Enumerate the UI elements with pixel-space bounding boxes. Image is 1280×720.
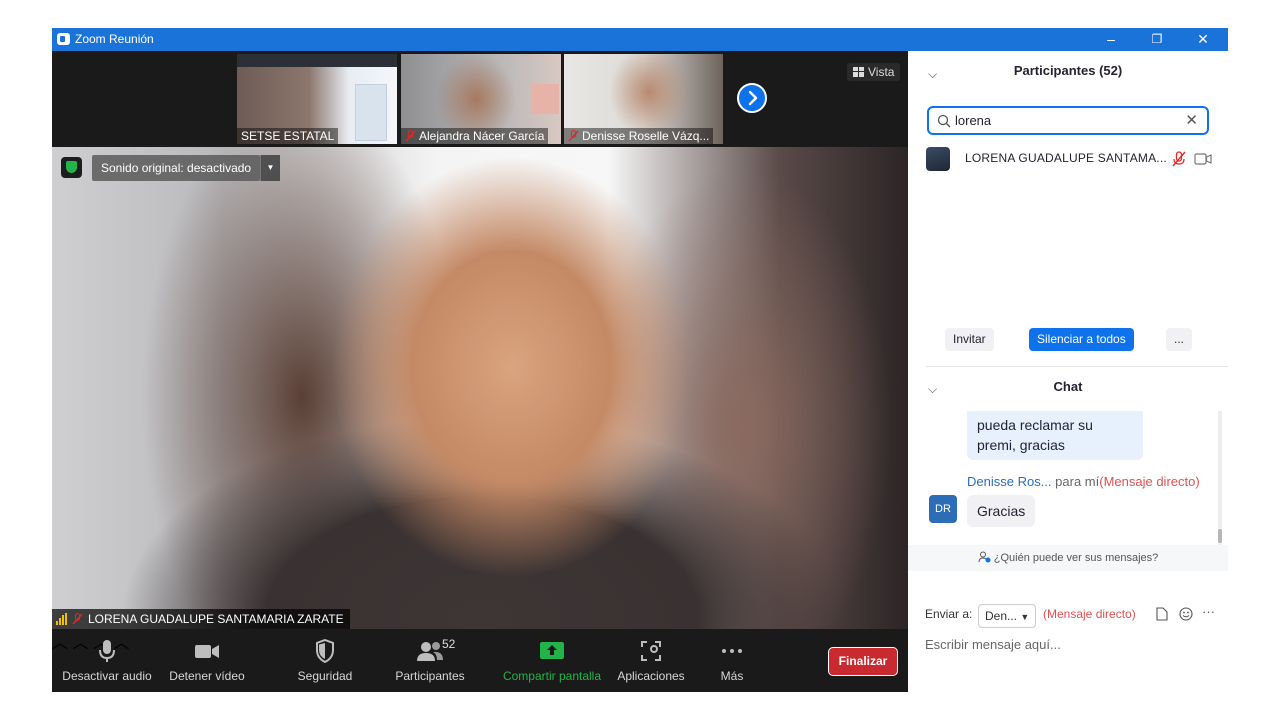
chat-sender-name: Denisse Ros... <box>967 474 1052 489</box>
original-sound-caret-icon[interactable]: ▼ <box>260 155 280 181</box>
encryption-shield-icon[interactable] <box>61 157 82 178</box>
send-to-direct-tag: (Mensaje directo) <box>1043 607 1136 621</box>
video-camera-icon <box>167 639 247 663</box>
chat-bubble-message: Gracias <box>967 495 1036 527</box>
active-speaker-video: Sonido original: desactivado ▼ LORENA GU… <box>52 147 908 629</box>
security-label: Seguridad <box>297 669 353 683</box>
original-sound-toggle[interactable]: Sonido original: desactivado <box>92 155 261 181</box>
who-can-see-link[interactable]: ¿Quién puede ver sus mensajes? <box>908 545 1228 571</box>
thumbnail-name-text: Denisse Roselle Vázq... <box>582 129 710 143</box>
grid-icon <box>853 67 864 77</box>
video-camera-icon[interactable] <box>1194 152 1212 166</box>
audio-label: Desactivar audio <box>62 669 152 683</box>
participants-count-badge: 52 <box>442 637 456 651</box>
share-screen-icon <box>500 639 604 663</box>
sender-avatar: DR <box>929 495 957 523</box>
who-can-see-label: ¿Quién puede ver sus mensajes? <box>993 552 1159 564</box>
participant-search-input[interactable]: lorena ✕ <box>927 106 1209 135</box>
mic-muted-icon <box>568 130 579 142</box>
audio-level-icon <box>56 613 67 625</box>
mic-muted-icon[interactable] <box>1172 151 1186 167</box>
emoji-icon[interactable] <box>1179 607 1193 621</box>
apps-button[interactable]: Aplicaciones <box>612 639 690 683</box>
next-page-button[interactable] <box>737 83 767 113</box>
participants-button[interactable]: 52 Participantes <box>390 637 470 683</box>
view-label: Vista <box>868 65 895 79</box>
send-to-label: Enviar a: <box>925 607 973 621</box>
mic-muted-icon <box>72 613 83 625</box>
window-title: Zoom Reunión <box>75 32 154 46</box>
apps-icon <box>612 639 690 663</box>
shield-icon <box>290 638 360 664</box>
more-button[interactable]: Más <box>707 639 757 683</box>
restore-button[interactable]: ❐ <box>1134 28 1180 51</box>
more-options-icon[interactable]: ··· <box>1202 604 1215 619</box>
participants-more-button[interactable]: ... <box>1166 328 1193 351</box>
chat-direct-tag: (Mensaje directo) <box>1099 474 1200 489</box>
microphone-icon <box>62 639 152 663</box>
search-value: lorena <box>955 113 992 128</box>
speaker-name: LORENA GUADALUPE SANTAMARIA ZARATE <box>88 612 344 626</box>
chat-bubble-previous: pueda reclamar su premi, gracias <box>967 411 1143 460</box>
chat-recipient: para mí <box>1055 474 1100 489</box>
participants-title: Participantes (52) <box>1013 63 1123 78</box>
send-to-select[interactable]: Den... ▼ <box>978 604 1037 628</box>
title-bar: Zoom Reunión – ❐ ✕ <box>52 28 1228 51</box>
thumbnail-denisse[interactable]: Denisse Roselle Vázq... <box>564 54 723 144</box>
thumbnail-name-text: Alejandra Nácer García <box>419 129 545 143</box>
thumbnail-alejandra[interactable]: Alejandra Nácer García <box>401 54 561 144</box>
thumbnail-name: Denisse Roselle Vázq... <box>564 128 714 144</box>
file-icon[interactable] <box>1156 607 1168 621</box>
zoom-window: Zoom Reunión – ❐ ✕ SETSE ESTATAL Alejand… <box>52 28 1228 692</box>
meeting-area: SETSE ESTATAL Alejandra Nácer García Den… <box>52 51 908 692</box>
view-button[interactable]: Vista <box>847 63 901 81</box>
minimize-button[interactable]: – <box>1088 28 1134 51</box>
speaker-name-bar: LORENA GUADALUPE SANTAMARIA ZARATE <box>52 609 350 629</box>
chevron-right-icon <box>748 90 758 106</box>
mute-all-button[interactable]: Silenciar a todos <box>1029 328 1134 351</box>
meeting-toolbar: Desactivar audio ︿ Detener vídeo ︿ Segur… <box>52 629 908 692</box>
participant-avatar <box>926 147 950 171</box>
end-meeting-button[interactable]: Finalizar <box>828 647 898 676</box>
more-label: Más <box>720 669 744 683</box>
video-label: Detener vídeo <box>169 669 245 683</box>
security-button[interactable]: Seguridad <box>290 638 360 683</box>
chat-sender-line: Denisse Ros... para mí(Mensaje directo) <box>967 474 1200 489</box>
original-sound-label: Sonido original: desactivado <box>101 161 252 175</box>
search-icon <box>937 114 951 128</box>
side-panel: ⌵ Participantes (52) lorena ✕ LORENA GUA… <box>908 51 1228 692</box>
chat-message-input[interactable]: Escribir mensaje aquí... <box>925 637 1061 652</box>
participants-icon: 52 <box>390 637 470 663</box>
participant-name: LORENA GUADALUPE SANTAMA... <box>965 151 1167 165</box>
more-dots-icon <box>707 639 757 663</box>
send-to-row: Enviar a: Den... ▼ (Mensaje directo) ··· <box>925 604 1220 631</box>
video-button[interactable]: Detener vídeo <box>167 639 247 683</box>
zoom-app-icon <box>57 33 70 45</box>
clear-search-icon[interactable]: ✕ <box>1185 111 1198 129</box>
panel-divider <box>926 366 1228 367</box>
person-info-icon <box>978 551 991 563</box>
thumbnail-strip: SETSE ESTATAL Alejandra Nácer García Den… <box>52 51 908 147</box>
share-screen-button[interactable]: Compartir pantalla <box>500 639 604 683</box>
thumbnail-name: SETSE ESTATAL <box>237 128 339 144</box>
close-button[interactable]: ✕ <box>1180 28 1226 51</box>
mic-muted-icon <box>405 130 416 142</box>
audio-button[interactable]: Desactivar audio <box>62 639 152 683</box>
participants-label: Participantes <box>395 669 465 683</box>
send-to-value: Den... <box>985 609 1018 623</box>
share-screen-label: Compartir pantalla <box>502 669 602 683</box>
chat-title: Chat <box>1053 379 1083 394</box>
thumbnail-name-text: SETSE ESTATAL <box>241 129 335 143</box>
chevron-down-icon: ▼ <box>1020 612 1030 622</box>
thumbnail-setse[interactable]: SETSE ESTATAL <box>237 54 397 144</box>
chat-scrollbar-thumb[interactable] <box>1218 529 1222 543</box>
thumbnail-name: Alejandra Nácer García <box>401 128 549 144</box>
apps-label: Aplicaciones <box>617 669 685 683</box>
invite-button[interactable]: Invitar <box>945 328 994 351</box>
participant-row[interactable]: LORENA GUADALUPE SANTAMA... <box>926 147 1216 171</box>
